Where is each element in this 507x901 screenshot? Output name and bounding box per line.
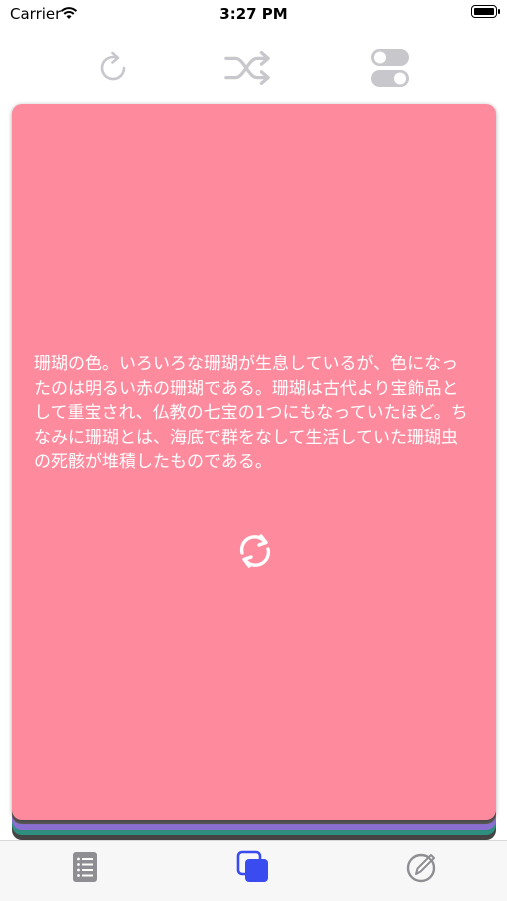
flip-card-button[interactable] [234, 530, 276, 572]
card-stack[interactable]: 珊瑚の色。いろいろな珊瑚が生息しているが、色になったのは明るい赤の珊瑚である。珊… [12, 104, 496, 840]
edit-icon [406, 853, 436, 883]
battery-icon [471, 5, 500, 18]
tab-cards[interactable] [233, 847, 273, 887]
list-icon [73, 852, 97, 882]
toggle-settings-icon [371, 49, 409, 87]
tab-edit[interactable] [402, 847, 442, 887]
tab-list[interactable] [65, 847, 105, 887]
refresh-button[interactable] [89, 44, 137, 92]
settings-toggle-button[interactable] [366, 44, 414, 92]
refresh-icon [100, 51, 126, 81]
shuffle-button[interactable] [224, 44, 272, 92]
status-bar: Carrier 3:27 PM [0, 0, 507, 28]
flip-icon [239, 534, 271, 568]
clock: 3:27 PM [219, 5, 288, 23]
card-description: 珊瑚の色。いろいろな珊瑚が生息しているが、色になったのは明るい赤の珊瑚である。珊… [34, 354, 468, 472]
flash-card[interactable]: 珊瑚の色。いろいろな珊瑚が生息しているが、色になったのは明るい赤の珊瑚である。珊… [12, 104, 496, 820]
tab-bar [0, 840, 507, 901]
cards-icon [236, 850, 268, 882]
shuffle-icon [224, 51, 270, 85]
